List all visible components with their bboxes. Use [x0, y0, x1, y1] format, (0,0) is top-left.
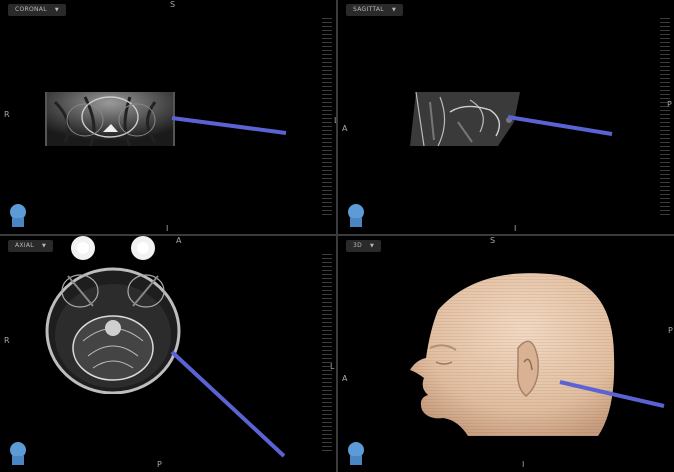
pointer-line: [559, 380, 665, 408]
sagittal-viewport[interactable]: SAGITTAL ▼ A P I: [338, 0, 674, 234]
pointer-line: [171, 116, 287, 135]
coronal-viewport[interactable]: CORONAL ▼ S R L I: [0, 0, 336, 234]
head-orientation-icon[interactable]: [344, 202, 368, 228]
3d-viewport[interactable]: 3D ▼ S A P I: [338, 236, 674, 472]
pointer-line: [507, 115, 613, 136]
head-orientation-icon[interactable]: [6, 440, 30, 466]
head-orientation-icon[interactable]: [6, 202, 30, 228]
head-orientation-icon[interactable]: [344, 440, 368, 466]
axial-viewport[interactable]: AXIAL ▼ A R L P: [0, 236, 336, 472]
pointer-line: [170, 350, 286, 458]
